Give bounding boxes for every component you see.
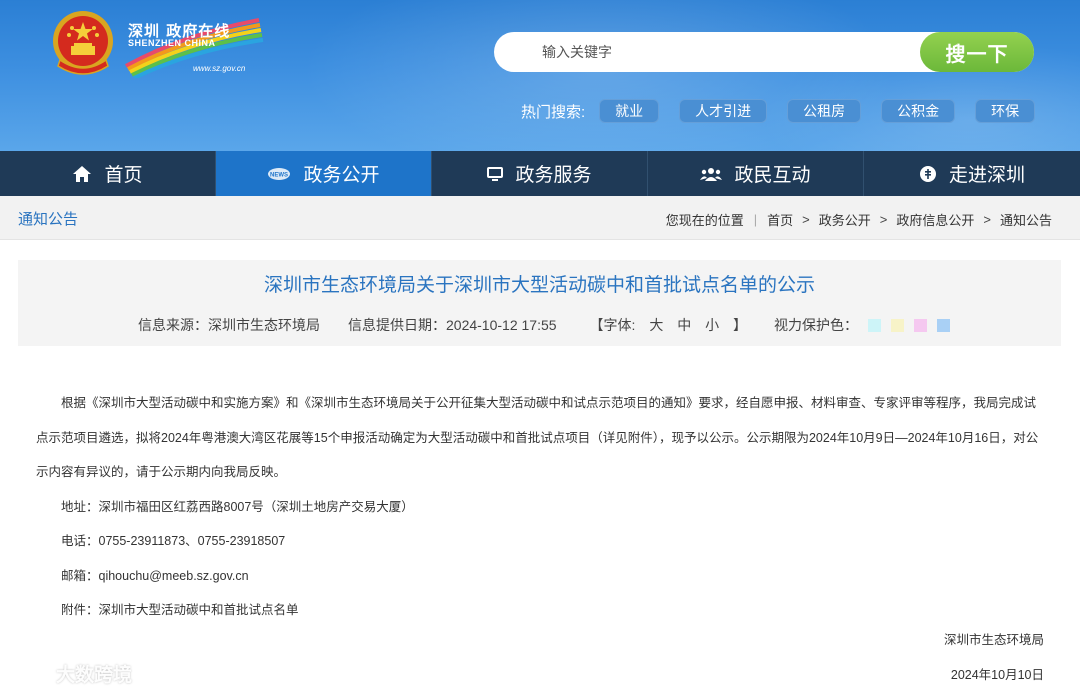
nav-home[interactable]: 首页: [0, 151, 216, 196]
article-date: 信息提供日期：2024-10-12 17:55: [348, 317, 557, 333]
nav-interaction[interactable]: 政民互动: [648, 151, 864, 196]
breadcrumb-home[interactable]: 首页: [767, 210, 793, 229]
nav-interaction-label: 政民互动: [734, 165, 811, 186]
watermark-logo-icon: [10, 663, 50, 681]
font-size-small[interactable]: 小: [705, 317, 719, 333]
main-nav: 首页 NEWS 政务公开 政务服务 政民互动 走进深圳: [0, 151, 1080, 196]
article-paragraph: 根据《深圳市大型活动碳中和实施方案》和《深圳市生态环境局关于公开征集大型活动碳中…: [36, 396, 1039, 479]
hot-tag-gongzufang[interactable]: 公租房: [787, 99, 862, 123]
article-body: 根据《深圳市大型活动碳中和实施方案》和《深圳市生态环境局关于公开征集大型活动碳中…: [36, 386, 1048, 628]
font-size-large[interactable]: 大: [649, 317, 663, 333]
font-size-control: 【字体: 大 中 小 】: [585, 315, 752, 335]
hot-search-label: 热门搜索:: [521, 103, 586, 121]
eye-protection-label: 视力保护色：: [774, 317, 858, 333]
article-source: 信息来源：深圳市生态环境局: [138, 317, 320, 333]
nav-services[interactable]: 政务服务: [432, 151, 648, 196]
national-emblem-icon: [53, 11, 113, 75]
contact-email: 邮箱：qihouchu@meeb.sz.gov.cn: [61, 568, 249, 583]
article-header: 深圳市生态环境局关于深圳市大型活动碳中和首批试点名单的公示 信息来源：深圳市生态…: [18, 260, 1061, 346]
info-icon: [919, 165, 937, 183]
article-meta: 信息来源：深圳市生态环境局 信息提供日期：2024-10-12 17:55 【字…: [138, 315, 950, 335]
search-button[interactable]: 搜一下: [920, 32, 1034, 72]
breadcrumb-public-affairs[interactable]: 政务公开: [819, 210, 871, 229]
logo-url-text: www.sz.gov.cn: [193, 64, 246, 73]
hot-tag-jiuye[interactable]: 就业: [599, 99, 660, 123]
breadcrumb-gov-info[interactable]: 政府信息公开: [896, 210, 974, 229]
attachment-link[interactable]: 附件：深圳市大型活动碳中和首批试点名单: [36, 593, 1048, 628]
hot-tag-huanbao[interactable]: 环保: [975, 99, 1036, 123]
breadcrumb-separator: >: [802, 212, 810, 227]
svg-text:NEWS: NEWS: [270, 172, 288, 178]
news-icon: NEWS: [267, 167, 291, 181]
eye-color-yellow[interactable]: [891, 318, 904, 332]
location-bar: 通知公告 您现在的位置 | 首页 > 政务公开 > 政府信息公开 > 通知公告: [0, 196, 1080, 240]
sign-date: 2024年10月10日: [950, 668, 1044, 682]
breadcrumb-prefix: 您现在的位置: [665, 213, 744, 228]
nav-about-shenzhen[interactable]: 走进深圳: [864, 151, 1080, 196]
article-title: 深圳市生态环境局关于深圳市大型活动碳中和首批试点名单的公示: [263, 275, 815, 296]
eye-color-cyan[interactable]: [868, 318, 881, 332]
watermark-text: 大数跨境: [56, 665, 133, 686]
font-size-medium[interactable]: 中: [677, 317, 691, 333]
header-banner: 深圳 政府在线 SHENZHEN CHINA www.sz.gov.cn 搜一下…: [0, 0, 1080, 151]
people-icon: [700, 167, 723, 181]
font-size-open: 【字体:: [589, 317, 636, 333]
contact-phone: 电话：0755-23911873、0755-23918507: [61, 534, 286, 548]
hot-search: 热门搜索: 就业 人才引进 公租房 公积金 环保: [521, 98, 1055, 124]
nav-home-label: 首页: [104, 165, 143, 186]
breadcrumb-notices[interactable]: 通知公告: [1000, 210, 1052, 229]
search-box: 搜一下: [494, 32, 1034, 72]
nav-services-label: 政务服务: [515, 165, 592, 186]
breadcrumb-separator: >: [983, 212, 991, 227]
monitor-icon: [487, 166, 504, 181]
contact-address: 地址：深圳市福田区红荔西路8007号（深圳土地房产交易大厦）: [61, 499, 414, 514]
hot-tag-rencai[interactable]: 人才引进: [679, 99, 768, 123]
signer: 深圳市生态环境局: [943, 633, 1044, 647]
breadcrumb-separator: >: [879, 212, 888, 227]
eye-color-blue[interactable]: [937, 318, 950, 332]
section-title: 通知公告: [18, 211, 79, 228]
logo-english-text: SHENZHEN CHINA: [128, 38, 216, 48]
eye-color-pink[interactable]: [914, 318, 927, 332]
nav-public-affairs[interactable]: NEWS 政务公开: [216, 151, 432, 196]
breadcrumb-divider: |: [753, 212, 758, 227]
hot-tag-gongjijin[interactable]: 公积金: [881, 99, 956, 123]
font-size-close: 】: [733, 317, 747, 333]
home-icon: [72, 165, 92, 183]
nav-public-affairs-label: 政务公开: [303, 165, 380, 186]
breadcrumb: 您现在的位置 | 首页 > 政务公开 > 政府信息公开 > 通知公告: [666, 210, 1052, 229]
search-input[interactable]: [542, 42, 902, 62]
nav-about-shenzhen-label: 走进深圳: [948, 165, 1025, 186]
watermark: 大数跨境: [8, 660, 132, 687]
